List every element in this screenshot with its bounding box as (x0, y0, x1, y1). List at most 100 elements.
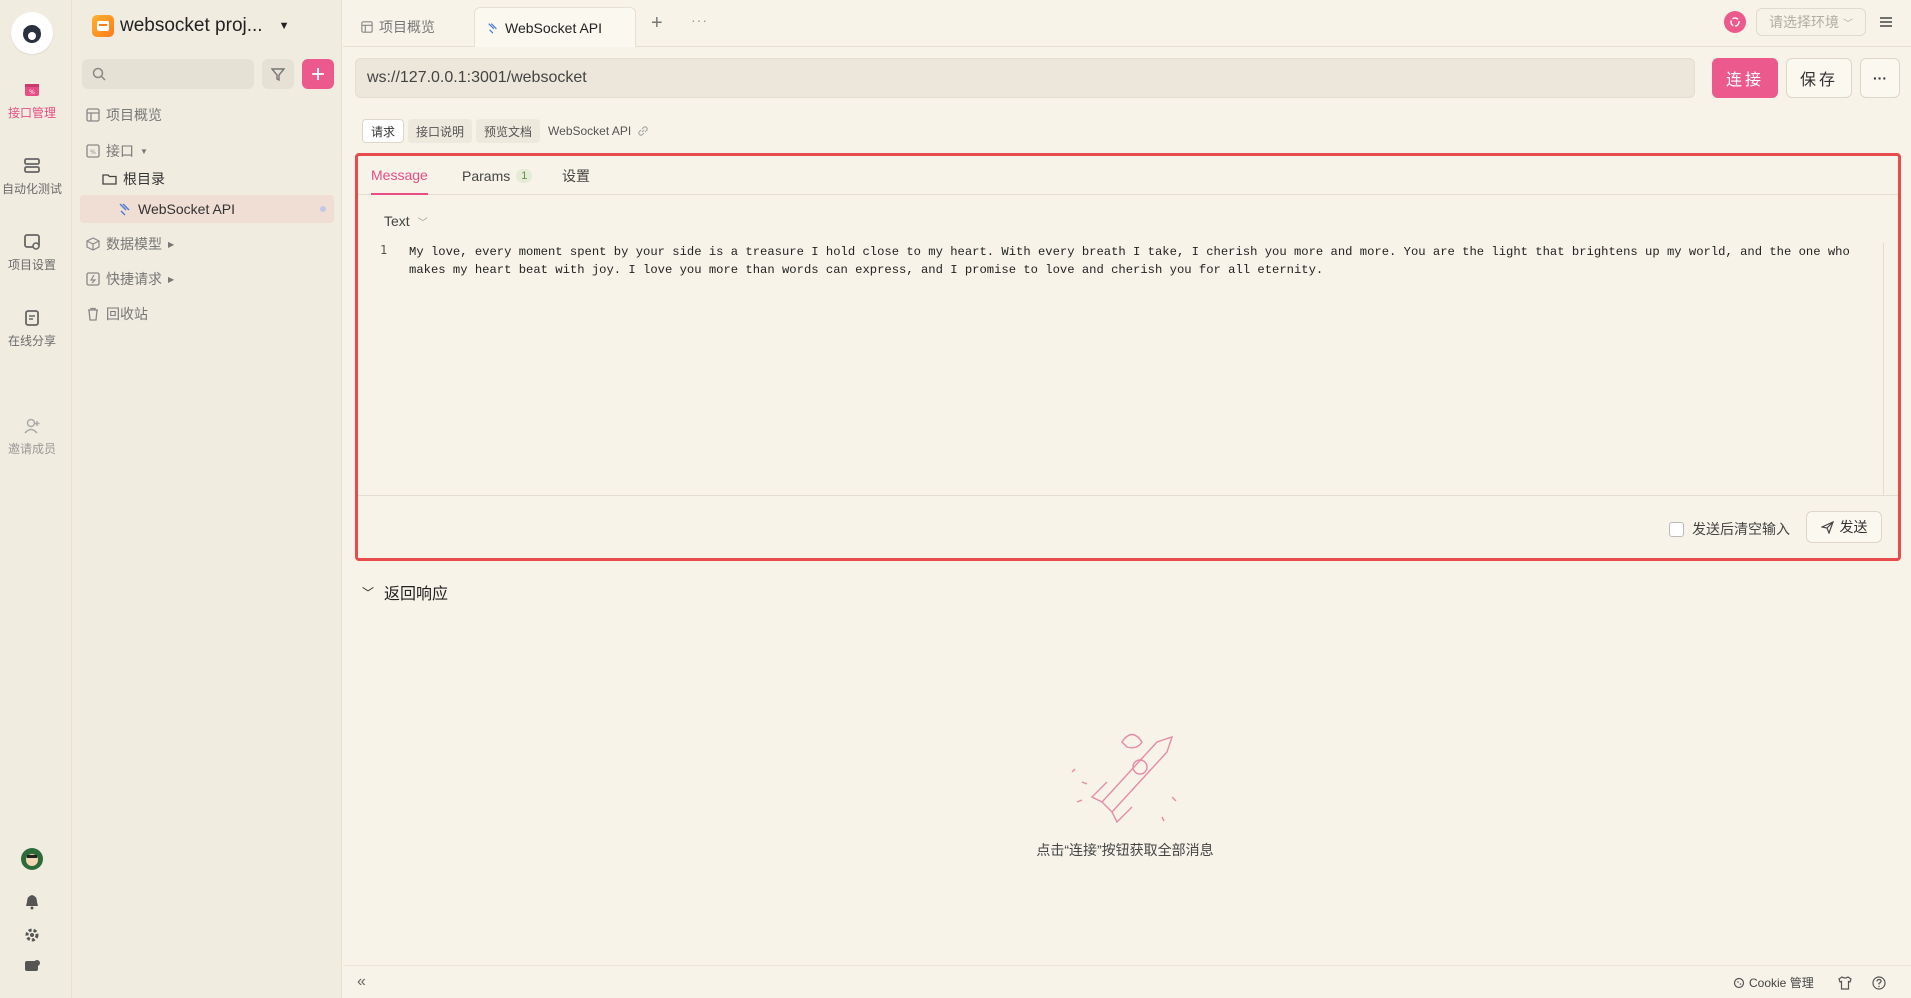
chevron-down-icon: ﹀ (417, 217, 428, 229)
clear-after-send-option[interactable]: 发送后清空输入 (1669, 519, 1790, 539)
caret-right-icon: ▶ (168, 274, 175, 284)
hamburger-icon (1880, 17, 1892, 27)
url-input[interactable]: ws://127.0.0.1:3001/websocket (355, 58, 1695, 98)
status-dot (320, 206, 326, 212)
app-logo-icon[interactable] (11, 12, 53, 54)
tab-bar: 项目概览 WebSocket API + ··· (343, 0, 1911, 47)
tree-label: WebSocket API (138, 201, 236, 217)
connect-button[interactable]: 连接 (1712, 58, 1778, 98)
link-icon (638, 126, 649, 136)
websocket-icon (119, 203, 130, 216)
tab-label: Message (371, 166, 428, 183)
help-icon[interactable] (1871, 975, 1887, 991)
rail-label: 项目设置 (7, 258, 56, 272)
tree-item-data-models[interactable]: 数据模型 ▶ (86, 230, 174, 258)
overview-icon (361, 21, 373, 33)
caret-down-icon: ▼ (140, 146, 148, 156)
editor-scrollbar[interactable] (1883, 243, 1884, 496)
ellipsis-icon: ··· (1873, 70, 1887, 86)
project-sidebar: websocket proj... ▼ 项目概览 % 接口 ▼ 根目录 WebS… (72, 0, 342, 998)
tree-item-websocket-api[interactable]: WebSocket API (80, 195, 334, 223)
save-button[interactable]: 保存 (1786, 58, 1852, 98)
message-editor[interactable]: 1 My love, every moment spent by your si… (358, 243, 1898, 496)
response-section-toggle[interactable]: ﹀ 返回响应 (362, 580, 448, 604)
rail-item-api-manage[interactable]: % 接口管理 (0, 80, 64, 121)
tab-overview[interactable]: 项目概览 (349, 7, 447, 47)
rail-item-project-settings[interactable]: 项目设置 (0, 232, 64, 273)
chevron-down-icon: ﹀ (362, 585, 375, 600)
more-actions-button[interactable]: ··· (1860, 58, 1900, 98)
tree-label: 项目概览 (106, 107, 162, 123)
tree-item-apis[interactable]: % 接口 ▼ (86, 137, 148, 165)
project-settings-icon (24, 234, 40, 250)
tab-message[interactable]: Message (371, 156, 428, 195)
subtab-description[interactable]: 接口说明 (408, 119, 473, 143)
tree-item-overview[interactable]: 项目概览 (86, 101, 162, 129)
filter-button[interactable] (262, 59, 294, 89)
tab-label: WebSocket API (505, 19, 603, 36)
cookie-label: Cookie 管理 (1749, 976, 1814, 990)
send-icon (1820, 520, 1834, 534)
overview-icon (86, 108, 100, 122)
collapse-sidebar-icon[interactable]: « (357, 973, 366, 991)
trash-icon (88, 307, 98, 321)
body-type-select[interactable]: Text ﹀ (384, 213, 428, 229)
new-tab-plus-icon[interactable]: + (651, 12, 663, 35)
rail-item-invite[interactable]: 邀请成员 (0, 416, 64, 457)
rail-label: 邀请成员 (7, 442, 56, 456)
cookie-icon (1733, 977, 1745, 988)
tree-label: 快捷请求 (106, 271, 162, 287)
project-badge-icon (92, 15, 114, 37)
empty-hint: 点击“连接”按钮获取全部消息 (1036, 842, 1214, 858)
environment-select[interactable]: 请选择环境 ﹀ (1756, 8, 1866, 36)
tab-websocket-api[interactable]: WebSocket API (474, 7, 636, 47)
add-button[interactable] (302, 59, 334, 89)
subtab-preview-doc[interactable]: 预览文档 (476, 119, 541, 143)
help-chat-icon[interactable] (22, 957, 42, 977)
notification-bell-icon[interactable] (22, 892, 42, 912)
caret-right-icon: ▶ (168, 239, 175, 249)
rail-item-share[interactable]: 在线分享 (0, 308, 64, 349)
subtab-request[interactable]: 请求 (362, 119, 405, 143)
settings-gear-icon[interactable] (22, 925, 42, 945)
quick-request-icon (86, 272, 100, 286)
project-switcher[interactable]: websocket proj... ▼ (92, 12, 289, 40)
search-icon (92, 67, 106, 81)
tab-settings[interactable]: 设置 (562, 156, 590, 195)
tab-label: Params (462, 167, 511, 184)
svg-text:%: % (29, 89, 35, 96)
search-input[interactable] (82, 59, 254, 89)
api-folder-icon: % (86, 144, 100, 158)
tree-item-recycle-bin[interactable]: 回收站 (86, 300, 148, 328)
rocket-illustration (1071, 733, 1177, 824)
tree-item-root-folder[interactable]: 根目录 (102, 165, 165, 193)
tree-item-quick-requests[interactable]: 快捷请求 ▶ (86, 265, 174, 293)
tree-label: 回收站 (106, 306, 148, 322)
rail-label: 自动化测试 (1, 182, 62, 196)
avatar[interactable] (21, 848, 43, 870)
shirt-theme-icon[interactable] (1837, 975, 1853, 991)
message-text: My love, every moment spent by your side… (409, 245, 1858, 277)
status-footer: « Cookie 管理 (343, 965, 1911, 998)
clear-after-send-checkbox[interactable] (1669, 521, 1684, 537)
message-panel: Message Params 1 设置 Text ﹀ 1 My love, ev… (355, 153, 1901, 561)
tab-label: 设置 (562, 167, 590, 184)
env-placeholder: 请选择环境 (1769, 14, 1839, 30)
request-subtabs: 请求 接口说明 预览文档 WebSocket API (362, 119, 649, 143)
cookie-manager-button[interactable]: Cookie 管理 (1733, 974, 1814, 991)
plus-icon (312, 68, 324, 80)
send-button[interactable]: 发送 (1806, 511, 1882, 543)
send-label: 发送 (1839, 519, 1868, 535)
more-tabs-ellipsis-icon[interactable]: ··· (691, 12, 708, 28)
main-menu-button[interactable] (1874, 10, 1898, 34)
rail-item-automation[interactable]: 自动化测试 (0, 156, 64, 197)
api-name-link[interactable]: WebSocket API (544, 124, 649, 138)
tree-label: 根目录 (123, 171, 165, 187)
response-title: 返回响应 (384, 586, 449, 603)
tab-params[interactable]: Params 1 (462, 156, 533, 195)
environment-sync-icon[interactable] (1724, 11, 1746, 33)
websocket-icon (488, 22, 497, 34)
rail-label: 在线分享 (7, 334, 56, 348)
filter-icon (271, 68, 285, 81)
project-name: websocket proj... (120, 15, 263, 36)
